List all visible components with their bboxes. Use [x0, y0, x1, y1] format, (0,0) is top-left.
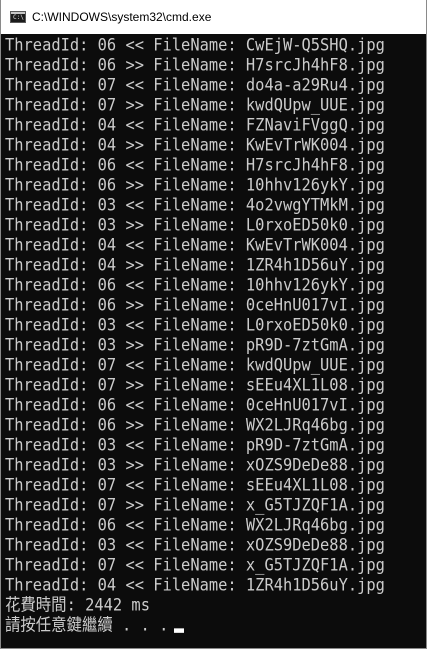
console-output[interactable]: ThreadId: 06 << FileName: CwEjW-Q5SHQ.jp… [1, 34, 426, 648]
cmd-icon[interactable]: C:\ [10, 11, 26, 23]
text-cursor [174, 628, 185, 633]
press-any-key-line: 請按任意鍵繼續 . . . [5, 614, 426, 636]
window-title: C:\WINDOWS\system32\cmd.exe [32, 10, 212, 24]
cmd-window: C:\ C:\WINDOWS\system32\cmd.exe ThreadId… [0, 0, 427, 649]
press-any-key-text: 請按任意鍵繼續 . . . [5, 614, 169, 636]
title-bar[interactable]: C:\ C:\WINDOWS\system32\cmd.exe [1, 0, 426, 34]
